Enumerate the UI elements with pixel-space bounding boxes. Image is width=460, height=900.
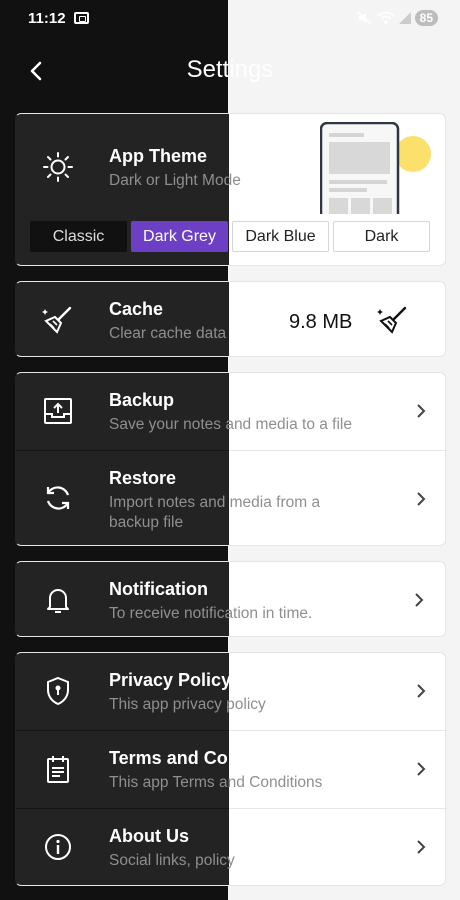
- info-icon: [42, 831, 74, 863]
- privacy-title: Privacy Policy: [109, 670, 232, 690]
- about-title: About Us: [109, 826, 189, 846]
- notification-subtitle: To receive notification in time.: [109, 605, 313, 622]
- theme-title: App Theme: [109, 146, 208, 166]
- privacy-subtitle: This app privacy policy: [109, 696, 266, 713]
- chevron-right-icon: [417, 762, 426, 776]
- mute-icon: [357, 11, 372, 25]
- screen-record-icon: [74, 12, 89, 24]
- shield-icon: [42, 675, 74, 707]
- restore-subtitle: Import notes and media from a backup fil…: [109, 494, 321, 531]
- restore-row[interactable]: Restore Import notes and media from a ba…: [16, 451, 447, 547]
- theme-option-dark-blue[interactable]: Dark Blue: [232, 221, 329, 252]
- terms-title: Terms and Conditions: [109, 748, 298, 768]
- cache-title: Cache: [109, 299, 164, 319]
- signal-icon: [398, 12, 411, 24]
- chevron-right-icon: [417, 404, 426, 418]
- about-subtitle: Social links, policy: [109, 852, 235, 869]
- notification-card[interactable]: Notification To receive notification in …: [15, 561, 446, 637]
- clear-cache-icon: [377, 306, 407, 334]
- status-bar: 11:12 85: [0, 0, 460, 34]
- clear-cache-button[interactable]: [377, 304, 409, 336]
- theme-option-dark[interactable]: Dark: [333, 221, 430, 252]
- page-title: Settings: [186, 56, 274, 83]
- theme-subtitle: Dark or Light Mode: [109, 172, 241, 189]
- wifi-icon: [377, 11, 395, 25]
- theme-card: App Theme Dark or Light Mode Classic Dar…: [15, 113, 446, 266]
- backup-icon: [42, 395, 74, 427]
- chevron-right-icon: [415, 593, 424, 607]
- cache-size: 9.8 MB: [289, 311, 353, 333]
- backup-title: Backup: [109, 390, 175, 410]
- theme-option-classic[interactable]: Classic: [30, 221, 127, 252]
- about-row[interactable]: About Us Social links, policy: [16, 809, 447, 886]
- terms-subtitle: This app Terms and Conditions: [109, 774, 323, 791]
- info-card: Privacy Policy This app privacy policy T…: [15, 652, 447, 886]
- bell-icon: [42, 584, 74, 616]
- broom-icon: [42, 304, 74, 336]
- backup-restore-card: Backup Save your notes and media to a fi…: [15, 372, 447, 547]
- cache-card[interactable]: Cache Clear cache data 9.8 MB: [15, 281, 446, 357]
- theme-illustration: [319, 121, 435, 225]
- status-icons: 85: [357, 10, 438, 26]
- backup-subtitle: Save your notes and media to a file: [109, 416, 352, 433]
- notification-title: Notification: [109, 579, 208, 599]
- privacy-row[interactable]: Privacy Policy This app privacy policy: [16, 653, 447, 730]
- theme-option-dark-grey[interactable]: Dark Grey: [131, 221, 228, 252]
- chevron-right-icon: [417, 684, 426, 698]
- chevron-right-icon: [417, 492, 426, 506]
- theme-selector: Classic Dark Grey Dark Blue Dark: [30, 221, 430, 252]
- restore-icon: [42, 482, 74, 514]
- sun-icon: [42, 151, 74, 183]
- restore-title: Restore: [109, 468, 177, 488]
- battery-badge: 85: [414, 10, 438, 26]
- terms-row[interactable]: Terms and Conditions This app Terms and …: [16, 731, 447, 808]
- backup-row[interactable]: Backup Save your notes and media to a fi…: [16, 373, 447, 450]
- cache-subtitle: Clear cache data: [109, 325, 227, 342]
- chevron-right-icon: [417, 840, 426, 854]
- status-time: 11:12: [28, 10, 66, 27]
- clipboard-icon: [42, 753, 74, 785]
